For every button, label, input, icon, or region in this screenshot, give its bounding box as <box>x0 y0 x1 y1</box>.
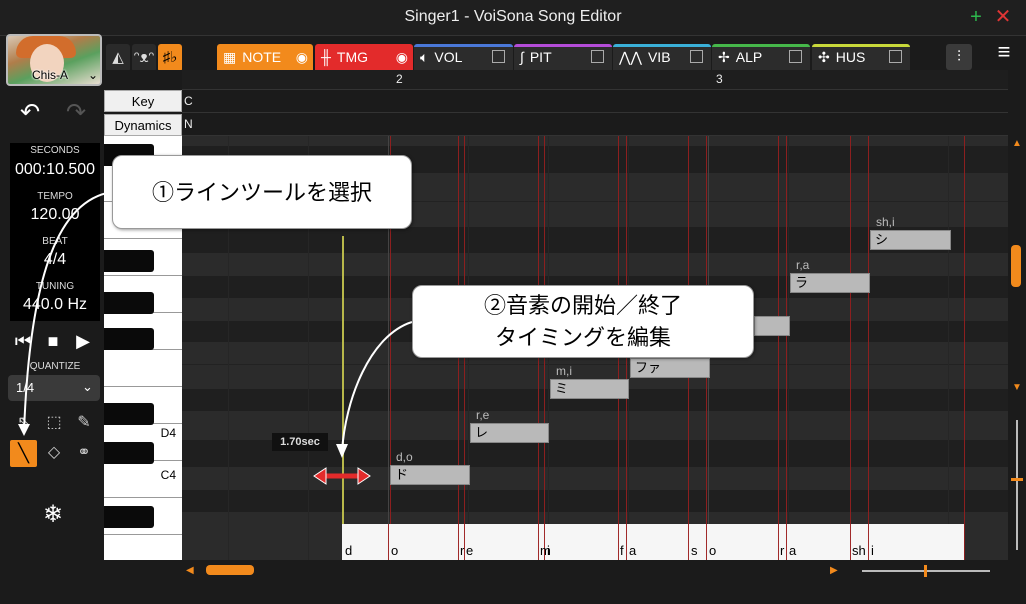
callout-select-line-tool: ①ラインツールを選択 <box>112 155 412 229</box>
callout-line: タイミングを編集 <box>494 325 671 350</box>
callout-arrow <box>341 321 413 453</box>
arrowhead <box>18 424 30 436</box>
duration-arrowhead <box>357 467 371 485</box>
callout-edit-timing: ②音素の開始／終了 タイミングを編集 <box>412 285 754 358</box>
duration-arrowhead <box>313 467 327 485</box>
callout-line: ②音素の開始／終了 <box>483 293 682 318</box>
duration-label: 1.70sec <box>272 433 328 451</box>
arrowhead <box>336 444 348 458</box>
callout-arrow <box>23 191 113 433</box>
